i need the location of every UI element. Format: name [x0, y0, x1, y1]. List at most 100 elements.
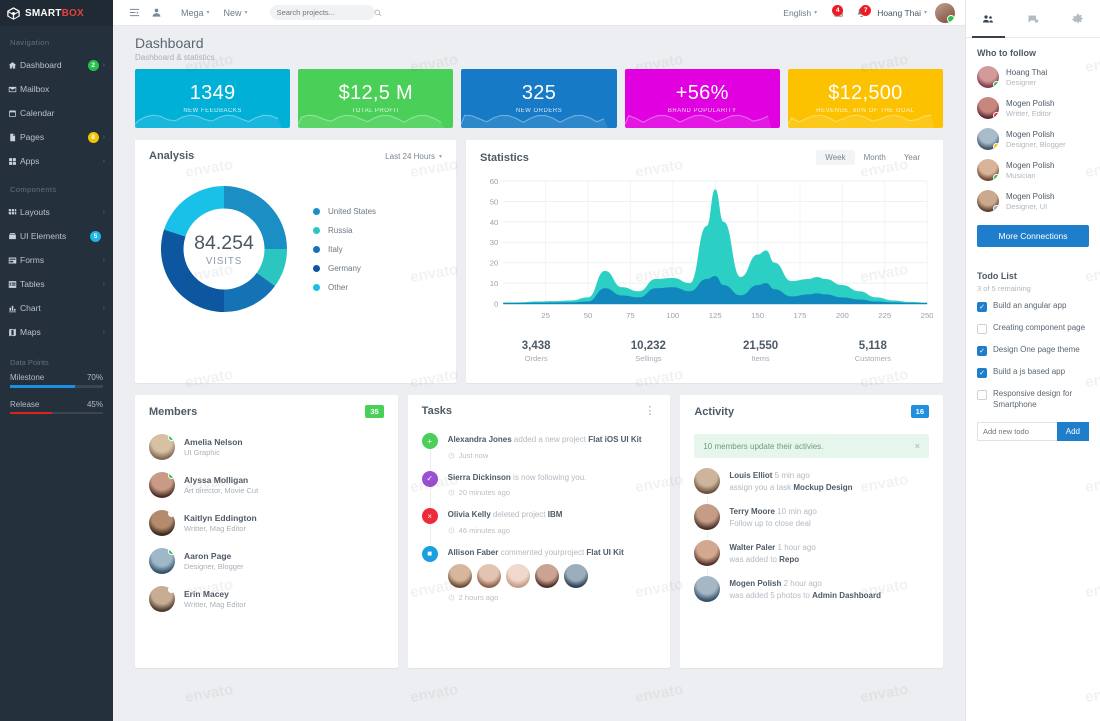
follow-item[interactable]: Hoang ThaiDesigner [977, 66, 1089, 88]
language-selector[interactable]: English ▾ [783, 8, 817, 18]
todo-checkbox[interactable] [977, 368, 987, 378]
calendar-notifications-button[interactable]: 4 [821, 7, 845, 18]
todo-checkbox[interactable] [977, 324, 987, 334]
stat-card-2[interactable]: $12,5 MTotal Profit [298, 69, 453, 128]
add-todo-button[interactable]: Add [1057, 422, 1089, 441]
list-item[interactable]: Mogen Polish 2 hour agowas added 5 photo… [694, 576, 929, 602]
search-box[interactable] [270, 5, 375, 20]
follow-item[interactable]: Mogen PolishMusician [977, 159, 1089, 181]
legend-label: Other [328, 283, 348, 292]
legend-item: Other [313, 283, 376, 292]
analysis-title: Analysis [149, 150, 194, 162]
todo-item[interactable]: Build a js based app [977, 367, 1089, 378]
list-item[interactable]: ×Olivia Kelly deleted project IBM46 minu… [422, 508, 657, 535]
list-item[interactable]: +Alexandra Jones added a new project Fla… [422, 433, 657, 460]
close-icon[interactable]: × [915, 441, 920, 451]
stat-card-4[interactable]: +56%Brand Popularity [625, 69, 780, 128]
sidebar-item-apps[interactable]: Apps› [0, 149, 113, 173]
bell-notifications-button[interactable]: 7 [849, 7, 873, 18]
todo-item[interactable]: Design One page theme [977, 345, 1089, 356]
add-todo-input[interactable] [977, 422, 1057, 441]
follow-item[interactable]: Mogen PolishDesigner, UI [977, 190, 1089, 212]
sidebar-item-pages[interactable]: Pages8› [0, 125, 113, 149]
todo-item[interactable]: Creating component page [977, 323, 1089, 334]
svg-text:250: 250 [921, 311, 933, 320]
list-item[interactable]: Walter Paler 1 hour agowas added to Repo [694, 540, 929, 566]
analysis-panel: Analysis Last 24 Hours ▾ 84.254 VISITS [135, 140, 456, 383]
avatar[interactable] [935, 3, 955, 23]
kpi-value: 21,550 [705, 340, 817, 352]
more-connections-button[interactable]: More Connections [977, 225, 1089, 247]
todo-checkbox[interactable] [977, 390, 987, 400]
sidebar-item-maps[interactable]: Maps› [0, 320, 113, 344]
todo-item[interactable]: Responsive design for Smartphone [977, 389, 1089, 411]
brand-logo-area[interactable]: SMARTBOX [0, 0, 113, 26]
avatar[interactable] [477, 564, 501, 588]
todo-label: Build an angular app [993, 301, 1066, 312]
task-body: Sierra Dickinson is now following you.20… [448, 471, 587, 498]
avatar[interactable] [448, 564, 472, 588]
follow-item[interactable]: Mogen PolishWritter, Editor [977, 97, 1089, 119]
legend-label: Germany [328, 264, 361, 273]
sidebar-item-chart[interactable]: Chart› [0, 296, 113, 320]
ui-elements-icon [8, 232, 20, 241]
list-item[interactable]: ✓Sierra Dickinson is now following you.2… [422, 471, 657, 498]
analysis-range-selector[interactable]: Last 24 Hours ▾ [385, 152, 442, 161]
sidebar-item-ui-elements[interactable]: UI Elements5 [0, 224, 113, 248]
right-sidebar-tabs [966, 0, 1100, 38]
list-item[interactable]: Amelia NelsonUI Graphic [149, 434, 384, 460]
stat-card-1[interactable]: 1349New Feedbacks [135, 69, 290, 128]
avatar[interactable] [506, 564, 530, 588]
list-item[interactable]: Louis Elliot 5 min agoassign you a task … [694, 468, 929, 494]
todo-checkbox[interactable] [977, 302, 987, 312]
user-icon[interactable] [145, 7, 167, 18]
user-menu[interactable]: Hoang Thai ▾ [877, 8, 927, 18]
area-chart[interactable]: 0102030405060255075100125150175200225250 [476, 173, 933, 333]
sidebar-item-label: Pages [20, 132, 88, 142]
add-todo-row: Add [977, 422, 1089, 441]
search-icon[interactable] [374, 4, 382, 22]
sidebar-item-calendar[interactable]: Calendar [0, 101, 113, 125]
menu-new[interactable]: New ▾ [224, 8, 248, 18]
list-item[interactable]: Erin MaceyWritter, Mag Editor [149, 586, 384, 612]
sidebar-item-forms[interactable]: Forms› [0, 248, 113, 272]
sidebar-item-layouts[interactable]: Layouts› [0, 200, 113, 224]
menu-mega[interactable]: Mega ▾ [181, 8, 210, 18]
follow-item[interactable]: Mogen PolishDesigner, Blogger [977, 128, 1089, 150]
tab-people[interactable] [966, 0, 1011, 37]
stat-card-3[interactable]: 325New Orders [461, 69, 616, 128]
follow-info: Mogen PolishDesigner, Blogger [1006, 130, 1066, 149]
follow-info: Mogen PolishDesigner, UI [1006, 192, 1054, 211]
list-item[interactable]: Alyssa MolliganArt director, Movie Cut [149, 472, 384, 498]
list-item[interactable]: Terry Moore 10 min agoFollow up to close… [694, 504, 929, 530]
sidebar-toggle-icon[interactable] [123, 7, 145, 18]
search-input[interactable] [277, 8, 374, 17]
todo-item[interactable]: Build an angular app [977, 301, 1089, 312]
donut-chart[interactable]: 84.254 VISITS [149, 174, 299, 324]
stat-card-5[interactable]: $12,500Revenue, 80% of the goal [788, 69, 943, 128]
tab-chat[interactable] [1011, 0, 1056, 37]
member-role: Writter, Mag Editor [184, 600, 246, 609]
list-item[interactable]: Kaitlyn EddingtonWritter, Mag Editor [149, 510, 384, 536]
sidebar-nav-main: Dashboard2› Mailbox CalendarPages8›Apps› [0, 53, 113, 173]
member-name: Aaron Page [184, 551, 244, 561]
sidebar-item-label: Mailbox [20, 84, 105, 94]
todo-checkbox[interactable] [977, 346, 987, 356]
tasks-header: Tasks ⋮ [408, 395, 671, 425]
list-item[interactable]: Aaron PageDesigner, Blogger [149, 548, 384, 574]
avatar[interactable] [564, 564, 588, 588]
list-item[interactable]: ■Allison Faber commented yourproject Fla… [422, 546, 657, 603]
sidebar-item-dashboard[interactable]: Dashboard2› [0, 53, 113, 77]
range-tab-year[interactable]: Year [895, 150, 929, 165]
range-tab-week[interactable]: Week [816, 150, 854, 165]
data-point-label: Release [10, 400, 39, 409]
avatar[interactable] [535, 564, 559, 588]
kebab-menu-icon[interactable]: ⋮ [644, 408, 656, 415]
activity-panel: Activity 16 10 members update their acti… [680, 395, 943, 668]
members-count-badge: 35 [365, 405, 383, 418]
sidebar-item-mailbox[interactable]: Mailbox [0, 77, 113, 101]
range-tab-month[interactable]: Month [855, 150, 895, 165]
tab-settings[interactable] [1055, 0, 1100, 37]
sidebar-item-tables[interactable]: Tables› [0, 272, 113, 296]
data-point-value: 45% [87, 400, 103, 409]
